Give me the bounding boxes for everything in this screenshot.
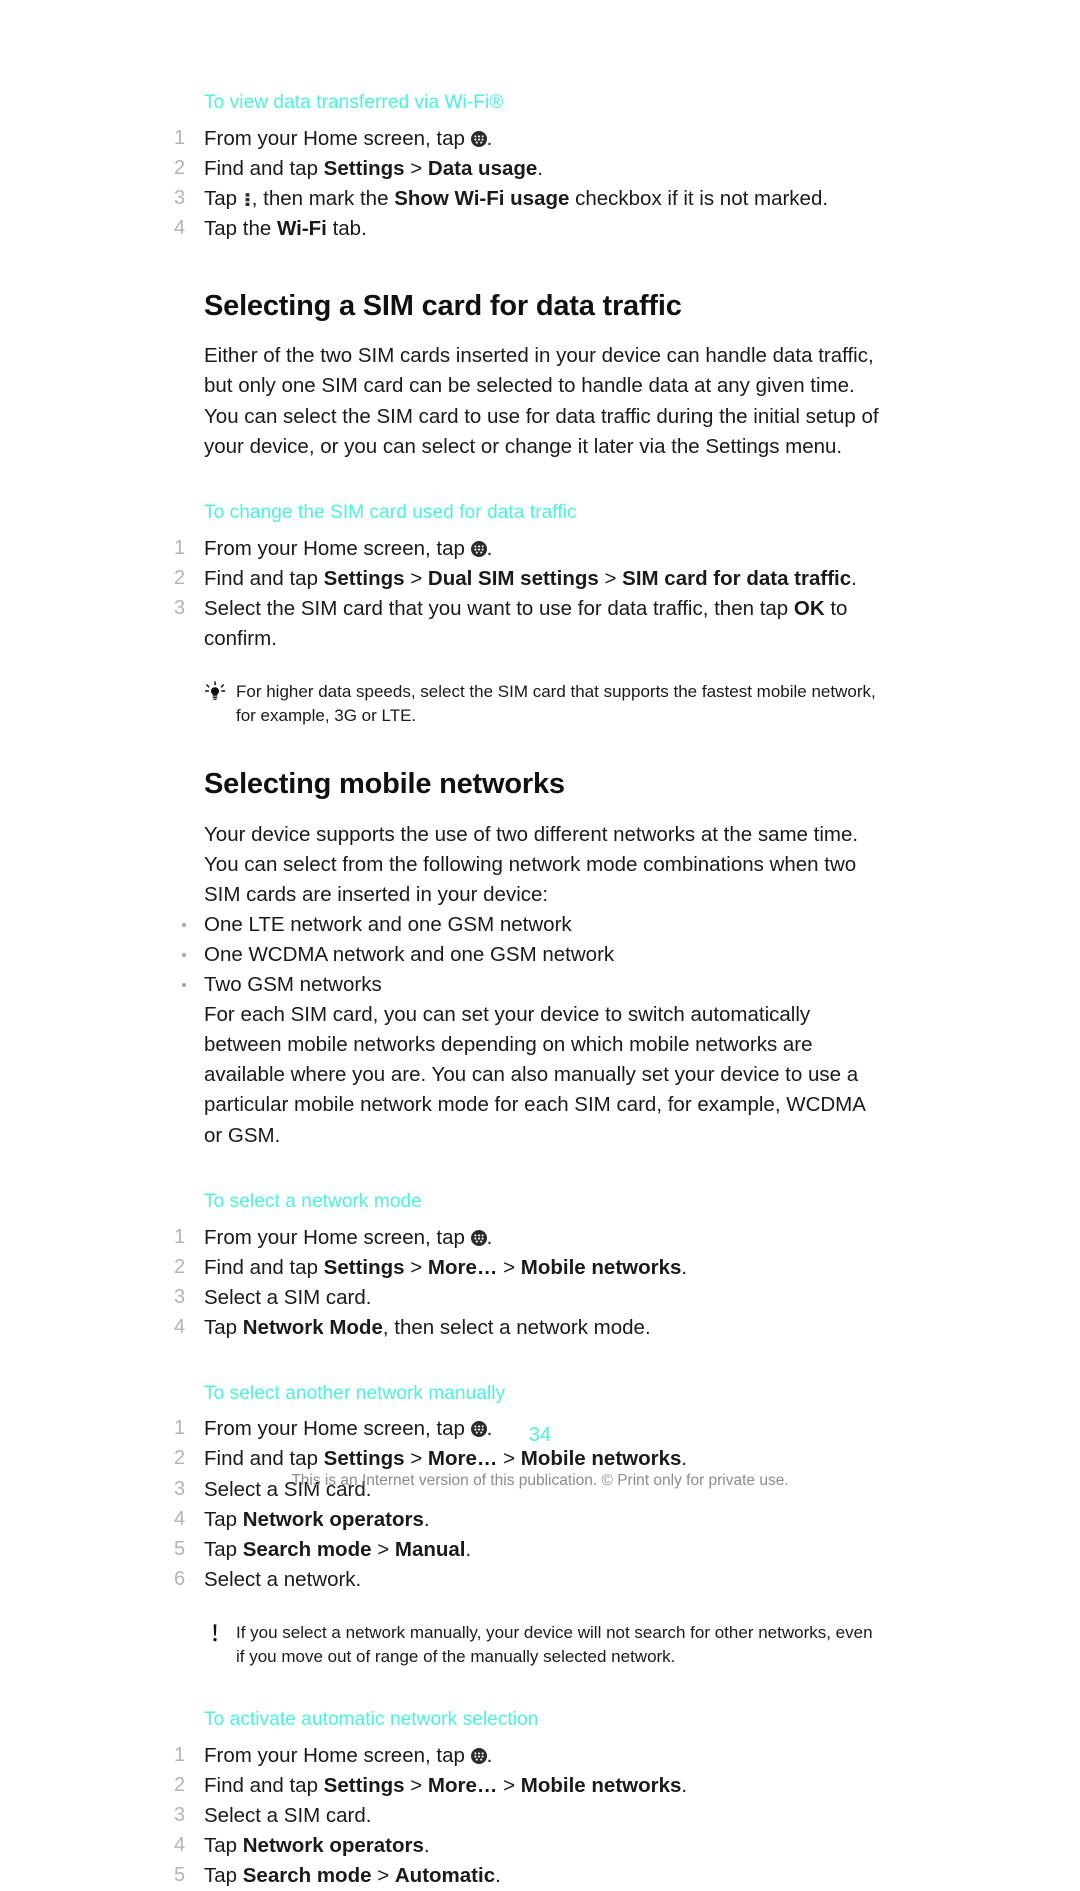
ui-path-label: Search mode: [242, 1864, 372, 1888]
step-item: Tap Search mode > Automatic.: [174, 1861, 501, 1890]
ui-path-label: Settings: [323, 1447, 405, 1471]
procedure-heading-select-network-manually: To select another network manually: [204, 1382, 506, 1404]
step-item: Select the SIM card that you want to use…: [174, 594, 848, 650]
procedure-heading-activate-automatic-selection: To activate automatic network selection: [204, 1709, 539, 1731]
step-list-activate-automatic-selection: From your Home screen, tap . Find and tap…: [170, 1741, 882, 1891]
app-drawer-icon: [470, 126, 487, 147]
footer-copyright-note: This is an Internet version of this publ…: [291, 1472, 789, 1489]
step-list-select-network-mode: From your Home screen, tap . Find and tap…: [170, 1223, 882, 1343]
ui-path-label: Settings: [323, 566, 405, 590]
step-item: From your Home screen, tap .: [174, 1741, 493, 1770]
ui-path-label: SIM card for data traffic: [622, 566, 852, 590]
ui-path-label: OK: [793, 596, 825, 620]
step-item: Select a SIM card.: [174, 1801, 372, 1830]
step-item: Tap Network operators.: [174, 1831, 430, 1860]
ui-path-label: Settings: [323, 1774, 405, 1798]
ui-path-label: Search mode: [242, 1537, 372, 1561]
step-item: Tap , then mark the Show Wi-Fi usage che…: [174, 184, 829, 213]
step-list-change-sim-card: From your Home screen, tap . Find and tap…: [170, 534, 882, 654]
bullet-list-network-combinations: One LTE network and one GSM network One W…: [170, 910, 882, 1000]
step-item: Find and tap Settings > Dual SIM setting…: [174, 564, 857, 593]
step-item: From your Home screen, tap .: [174, 534, 493, 563]
ui-path-label: Mobile networks: [520, 1255, 682, 1279]
ui-path-label: More…: [427, 1255, 498, 1279]
section-paragraph-selecting-mobile-networks-2: For each SIM card, you can set your devi…: [204, 1003, 865, 1147]
ui-path-label: Mobile networks: [520, 1774, 682, 1798]
document-page: To view data transferred via Wi-Fi® From…: [0, 0, 1080, 1890]
step-item: Find and tap Settings > More… > Mobile n…: [174, 1771, 688, 1800]
app-drawer-icon: [470, 1743, 487, 1765]
app-drawer-icon: [470, 536, 487, 557]
bullet-item: Two GSM networks: [170, 970, 882, 1000]
section-heading-selecting-sim-card: Selecting a SIM card for data traffic: [204, 289, 682, 322]
section-paragraph-selecting-mobile-networks: Your device supports the use of two diff…: [204, 822, 859, 906]
step-item: Tap Network operators.: [174, 1505, 430, 1534]
ui-path-label: More…: [427, 1447, 498, 1471]
bullet-item: One WCDMA network and one GSM network: [170, 940, 882, 970]
ui-path-label: Dual SIM settings: [427, 566, 599, 590]
lightbulb-tip-icon: [202, 680, 228, 706]
step-item: From your Home screen, tap .: [174, 124, 493, 153]
step-item: Select a network.: [174, 1565, 362, 1594]
step-item: Find and tap Settings > More… > Mobile n…: [174, 1444, 688, 1473]
bullet-item: One LTE network and one GSM network: [170, 910, 882, 940]
procedure-heading-select-network-mode: To select a network mode: [204, 1190, 422, 1212]
page-number: 34: [528, 1424, 552, 1446]
step-item: Tap Network Mode, then select a network …: [174, 1313, 651, 1342]
ui-path-label: Mobile networks: [520, 1447, 682, 1471]
page-content: To view data transferred via Wi-Fi® From…: [170, 92, 882, 1891]
procedure-heading-change-sim-card: To change the SIM card used for data tra…: [204, 501, 577, 523]
step-item: Find and tap Settings > Data usage.: [174, 154, 544, 183]
step-item: Tap Search mode > Manual.: [174, 1535, 472, 1564]
ui-path-label: More…: [427, 1774, 498, 1798]
step-item: From your Home screen, tap .: [174, 1223, 493, 1252]
tip-note-sim-speed: For higher data speeds, select the SIM c…: [204, 680, 882, 729]
ui-path-label: Automatic: [394, 1864, 496, 1888]
ui-path-label: Network operators: [242, 1834, 424, 1858]
ui-path-label: Network operators: [242, 1507, 424, 1531]
ui-path-label: Show Wi-Fi usage: [394, 186, 570, 210]
ui-path-label: Wi-Fi: [276, 216, 327, 240]
step-list-view-data-wifi: From your Home screen, tap . Find and tap…: [170, 124, 882, 244]
ui-path-label: Manual: [394, 1537, 466, 1561]
ui-path-label: Data usage: [427, 156, 538, 180]
step-item: Find and tap Settings > More… > Mobile n…: [174, 1253, 688, 1282]
overflow-menu-icon: [244, 187, 251, 206]
ui-path-label: Network Mode: [242, 1315, 383, 1339]
section-paragraph-selecting-sim-card: Either of the two SIM cards inserted in …: [204, 344, 879, 458]
app-drawer-icon: [470, 1225, 487, 1246]
ui-path-label: Settings: [323, 1255, 405, 1279]
section-heading-selecting-mobile-networks: Selecting mobile networks: [204, 768, 565, 801]
warning-exclamation-icon: [202, 1621, 228, 1647]
step-item: Select a SIM card.: [174, 1283, 372, 1312]
warning-note-manual-network: If you select a network manually, your d…: [204, 1621, 882, 1670]
step-item: Tap the Wi-Fi tab.: [174, 214, 367, 243]
procedure-heading-view-data-wifi: To view data transferred via Wi-Fi®: [204, 92, 504, 113]
ui-path-label: Settings: [323, 156, 405, 180]
tip-note-text: For higher data speeds, select the SIM c…: [236, 681, 876, 725]
warning-note-text: If you select a network manually, your d…: [236, 1622, 873, 1666]
